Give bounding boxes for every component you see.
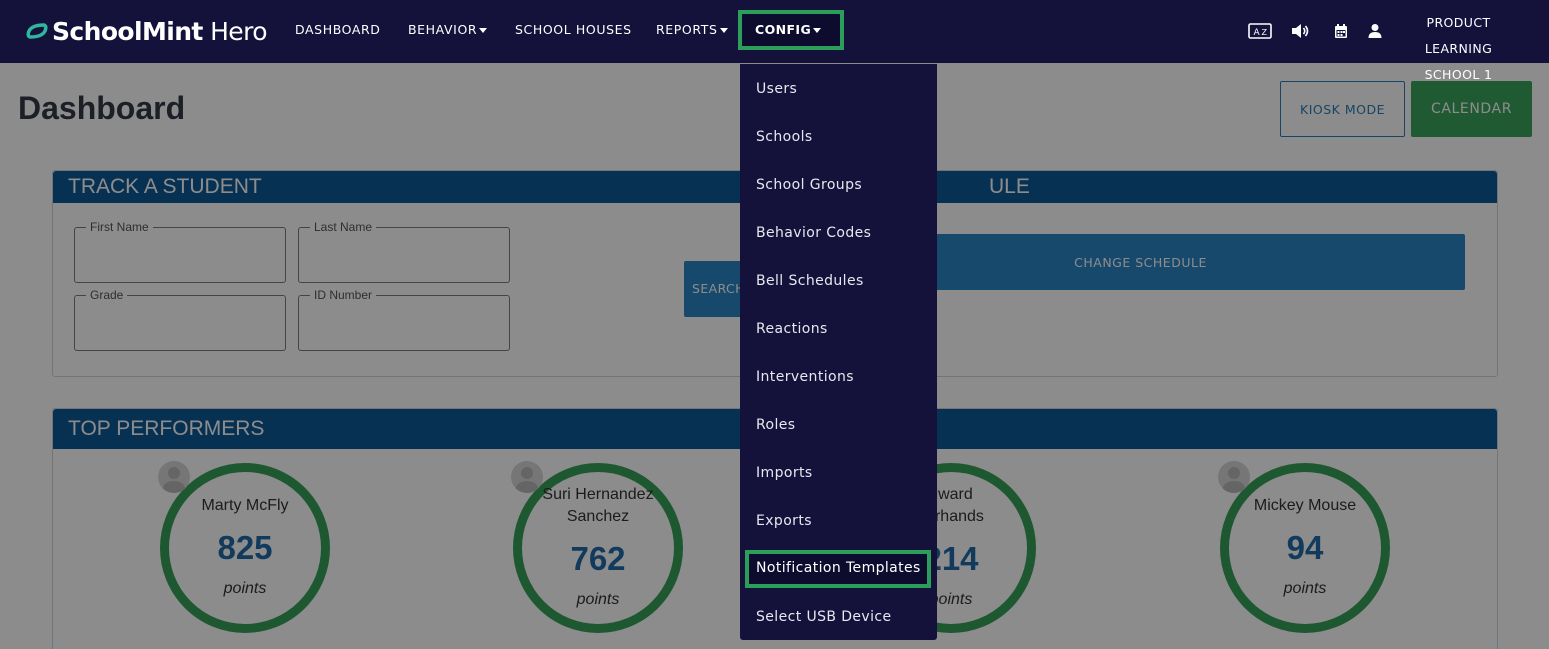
menu-item-notification-templates[interactable]: Notification Templates (745, 550, 931, 588)
svg-text:A: A (1254, 28, 1261, 38)
top-navigation-bar: SchoolMint Hero DASHBOARD BEHAVIOR SCHOO… (0, 0, 1549, 82)
language-icon[interactable]: AZ (1248, 22, 1272, 40)
current-user-school[interactable]: PRODUCT LEARNING SCHOOL 1 (1391, 10, 1526, 88)
menu-item-behavior-codes[interactable]: Behavior Codes (756, 225, 871, 241)
nav-config-label: CONFIG (755, 22, 822, 37)
logo-text: SchoolMint Hero (52, 16, 268, 46)
menu-item-interventions[interactable]: Interventions (756, 369, 854, 385)
schoolmint-hero-logo[interactable]: SchoolMint Hero (26, 16, 268, 46)
menu-item-exports[interactable]: Exports (756, 513, 812, 529)
nav-reports[interactable]: REPORTS (656, 22, 728, 37)
caret-down-icon (479, 28, 488, 33)
user-line-1: PRODUCT LEARNING (1424, 15, 1493, 56)
menu-item-reactions[interactable]: Reactions (756, 321, 828, 337)
menu-item-select-usb-device[interactable]: Select USB Device (756, 609, 892, 625)
caret-down-icon (813, 28, 822, 33)
nav-reports-label: REPORTS (656, 22, 718, 37)
nav-school-houses[interactable]: SCHOOL HOUSES (515, 22, 632, 37)
logo-mark-icon (26, 23, 48, 39)
menu-item-users[interactable]: Users (756, 81, 797, 97)
menu-item-school-groups[interactable]: School Groups (756, 177, 862, 193)
user-line-2: SCHOOL 1 (1424, 67, 1493, 82)
speaker-icon[interactable] (1288, 22, 1312, 40)
config-dropdown-menu: Users Schools School Groups Behavior Cod… (740, 64, 937, 640)
nav-behavior[interactable]: BEHAVIOR (408, 22, 488, 37)
menu-item-bell-schedules[interactable]: Bell Schedules (756, 273, 864, 289)
caret-down-icon (719, 28, 728, 33)
nav-behavior-label: BEHAVIOR (408, 22, 478, 37)
menu-item-notification-templates-label: Notification Templates (756, 560, 921, 576)
svg-text:Z: Z (1262, 28, 1268, 37)
nav-dashboard[interactable]: DASHBOARD (295, 22, 381, 37)
user-icon[interactable] (1363, 22, 1387, 40)
menu-item-roles[interactable]: Roles (756, 417, 795, 433)
calendar-icon[interactable] (1329, 22, 1353, 40)
nav-config[interactable]: CONFIG (738, 10, 844, 50)
menu-item-schools[interactable]: Schools (756, 129, 813, 145)
menu-item-imports[interactable]: Imports (756, 465, 813, 481)
